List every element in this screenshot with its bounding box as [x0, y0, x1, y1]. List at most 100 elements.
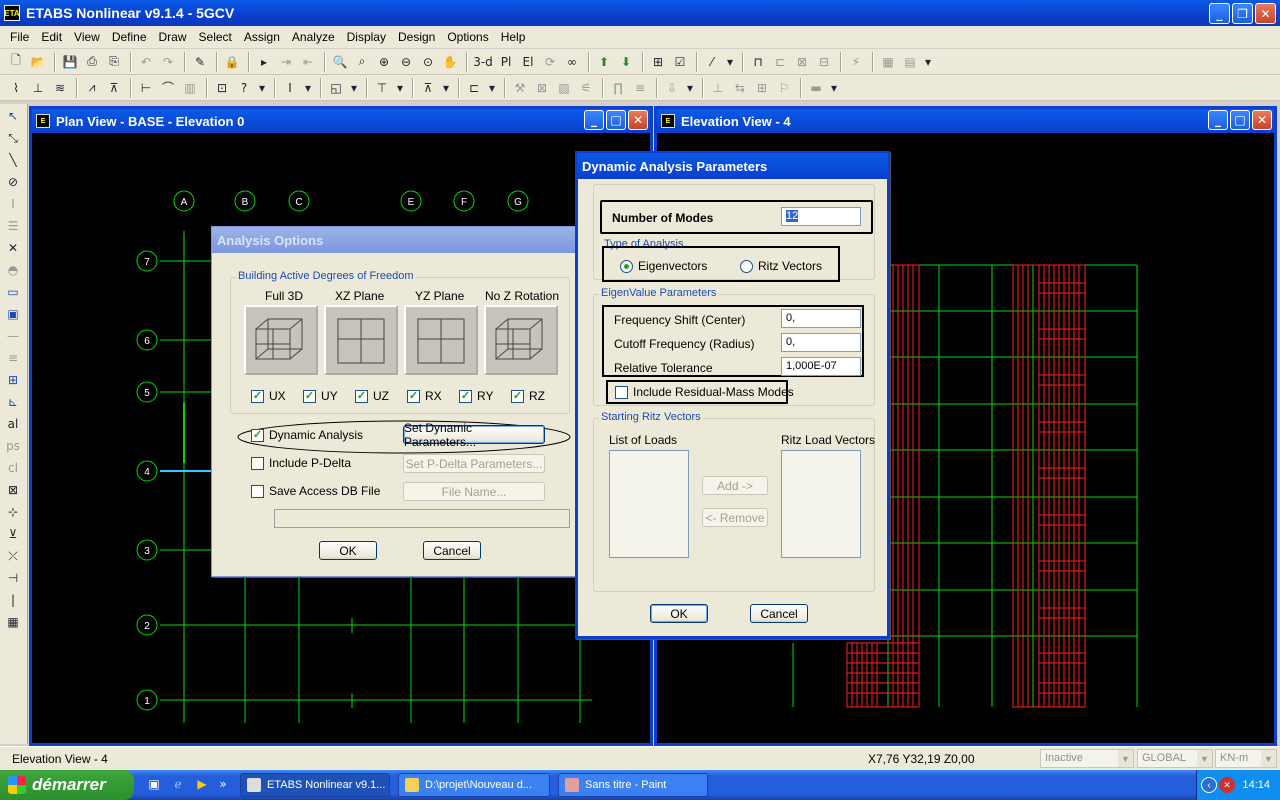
menu-analyze[interactable]: Analyze [286, 30, 341, 44]
draw-opening-icon[interactable]: — [3, 326, 23, 346]
elev-maximize-button[interactable]: □ [1230, 110, 1250, 130]
show-energy-icon[interactable]: ⊢ [136, 78, 156, 98]
show-curves-icon[interactable]: ⌒ [158, 78, 178, 98]
draw-column-left-icon[interactable]: I [3, 194, 23, 214]
media-player-icon[interactable]: ▶ [194, 776, 210, 792]
column-dropdown-icon[interactable]: ▾ [302, 78, 314, 98]
dynamic-cancel-button[interactable]: Cancel [750, 604, 808, 623]
elev-close-button[interactable]: ✕ [1252, 110, 1272, 130]
draw-point-icon[interactable]: ⊾ [3, 392, 23, 412]
plan-maximize-button[interactable]: □ [606, 110, 626, 130]
dynamic-ok-button[interactable]: OK [650, 604, 708, 623]
draw-area-left-icon[interactable]: ▭ [3, 282, 23, 302]
file-name-button[interactable]: File Name... [403, 482, 545, 501]
draw-wall-left-icon[interactable]: ◓ [3, 260, 23, 280]
list-of-loads-listbox[interactable] [609, 450, 689, 558]
dynamic-params-title[interactable]: Dynamic Analysis Parameters [577, 153, 888, 179]
menu-draw[interactable]: Draw [153, 30, 193, 44]
draw-line-icon[interactable]: ╲ [3, 150, 23, 170]
draw-grid-area-icon[interactable]: ⊞ [3, 370, 23, 390]
draw-mode-combo[interactable]: Inactive ▼ [1040, 749, 1134, 768]
assign-joint-icon[interactable]: ⚒ [510, 78, 530, 98]
draw-line-object-icon[interactable]: ⊼ [418, 78, 438, 98]
reshape-icon[interactable]: ⤡ [3, 128, 23, 148]
menu-define[interactable]: Define [106, 30, 153, 44]
start-button[interactable]: démarrer [0, 770, 134, 800]
show-forces-icon[interactable]: ⊼ [104, 78, 124, 98]
draw-frame-icon[interactable]: ⊏ [770, 52, 790, 72]
menu-edit[interactable]: Edit [35, 30, 68, 44]
design-steel-icon[interactable]: ▦ [878, 52, 898, 72]
assign-diaphragm-icon[interactable]: ⊥ [708, 78, 728, 98]
dof-ux-checkbox[interactable]: ✓ UX [251, 389, 286, 403]
snap-dropdown-icon[interactable]: ▾ [724, 52, 736, 72]
analysis-options-title[interactable]: Analysis Options [212, 227, 578, 253]
xz-plane-preset-button[interactable] [324, 305, 398, 375]
move-down-icon[interactable]: ⬇ [616, 52, 636, 72]
menu-help[interactable]: Help [495, 30, 532, 44]
tray-expand-icon[interactable]: ‹ [1201, 777, 1217, 793]
draw-dimension-icon[interactable]: ⊏ [464, 78, 484, 98]
draw-beam-icon[interactable]: ⊓ [748, 52, 768, 72]
dof-rx-checkbox[interactable]: ✓ RX [407, 389, 442, 403]
include-pdelta-checkbox[interactable]: Include P-Delta [251, 456, 351, 470]
no-z-rotation-preset-button[interactable] [484, 305, 558, 375]
quick-launch-expand-icon[interactable]: » [218, 776, 228, 792]
snap-options-icon[interactable]: ⁄ [702, 52, 722, 72]
show-tables-icon[interactable]: ▥ [180, 78, 200, 98]
show-undeformed-icon[interactable]: ⌇ [6, 78, 26, 98]
dynamic-analysis-parameters-dialog[interactable]: Dynamic Analysis Parameters Number of Mo… [575, 151, 890, 639]
snap-intersection-icon[interactable]: ⊹ [3, 502, 23, 522]
load-dropdown-icon[interactable]: ▾ [684, 78, 696, 98]
eigenvectors-radio[interactable]: Eigenvectors [620, 259, 707, 273]
snap-mid-icon[interactable]: ⤫ [3, 546, 23, 566]
show-mode-shape-icon[interactable]: ⩘ [82, 78, 102, 98]
task-paint[interactable]: Sans titre - Paint [558, 773, 708, 797]
dof-uz-checkbox[interactable]: ✓ UZ [355, 389, 389, 403]
remove-load-button[interactable]: <- Remove [702, 508, 768, 527]
zoom-fit-icon[interactable]: ⊙ [418, 52, 438, 72]
draw-area-icon[interactable]: ◱ [326, 78, 346, 98]
relative-tolerance-input[interactable]: 1,000E-07 [781, 357, 861, 376]
print-graphics-icon[interactable]: ⎙ [82, 52, 102, 72]
include-residual-mass-checkbox[interactable]: Include Residual-Mass Modes [615, 385, 794, 399]
dof-ry-checkbox[interactable]: ✓ RY [459, 389, 493, 403]
dynamic-analysis-checkbox[interactable]: ✓ Dynamic Analysis [251, 428, 363, 442]
elev-minimize-button[interactable]: _ [1208, 110, 1228, 130]
draw-column-icon[interactable]: I [280, 78, 300, 98]
lock-icon[interactable]: 🔒 [222, 52, 242, 72]
menu-file[interactable]: File [4, 30, 35, 44]
design-concrete-icon[interactable]: ▤ [900, 52, 920, 72]
help-dropdown-icon[interactable]: ▾ [256, 78, 268, 98]
set-dynamic-parameters-button[interactable]: Set Dynamic Parameters... [403, 421, 545, 449]
select-previous-icon[interactable]: ps [3, 436, 23, 456]
app-title-bar[interactable]: ETA ETABS Nonlinear v9.1.4 - 5GCV _ ❐ ✕ [0, 0, 1280, 26]
task-etabs[interactable]: ETABS Nonlinear v9.1... [240, 773, 390, 797]
assign-restraint-icon[interactable]: ∏ [608, 78, 628, 98]
edit-pencil-icon[interactable]: ✎ [190, 52, 210, 72]
snap-end-icon[interactable]: ⊻ [3, 524, 23, 544]
show-desktop-icon[interactable]: ▣ [146, 776, 162, 792]
rotate-3d-icon[interactable]: ⟳ [540, 52, 560, 72]
dof-uy-checkbox[interactable]: ✓ UY [303, 389, 338, 403]
set-pdelta-parameters-button[interactable]: Set P-Delta Parameters... [403, 454, 545, 473]
task-explorer[interactable]: D:\projet\Nouveau d... [398, 773, 550, 797]
zoom-window-icon[interactable]: 🔍 [330, 52, 350, 72]
area-dropdown-icon[interactable]: ▾ [348, 78, 360, 98]
dof-rz-checkbox[interactable]: ✓ RZ [511, 389, 545, 403]
pan-icon[interactable]: ✋ [440, 52, 460, 72]
set-elements-icon[interactable]: ☑ [670, 52, 690, 72]
analysis-options-dialog[interactable]: Analysis Options Building Active Degrees… [211, 226, 579, 577]
select-all-icon[interactable]: al [3, 414, 23, 434]
plan-view-title-bar[interactable]: E Plan View - BASE - Elevation 0 _ □ ✕ [32, 109, 650, 133]
draw-cross-icon[interactable]: ✕ [3, 238, 23, 258]
draw-link-icon[interactable]: ⊤ [372, 78, 392, 98]
menu-view[interactable]: View [68, 30, 106, 44]
elevation-view-title-bar[interactable]: E Elevation View - 4 _ □ ✕ [657, 109, 1274, 133]
ritz-vectors-radio[interactable]: Ritz Vectors [740, 259, 822, 273]
pointer-icon[interactable]: ↖ [3, 106, 23, 126]
show-deformed-icon[interactable]: ≋ [50, 78, 70, 98]
plan-close-button[interactable]: ✕ [628, 110, 648, 130]
assign-pier-icon[interactable]: ⇆ [730, 78, 750, 98]
move-up-icon[interactable]: ⬆ [594, 52, 614, 72]
